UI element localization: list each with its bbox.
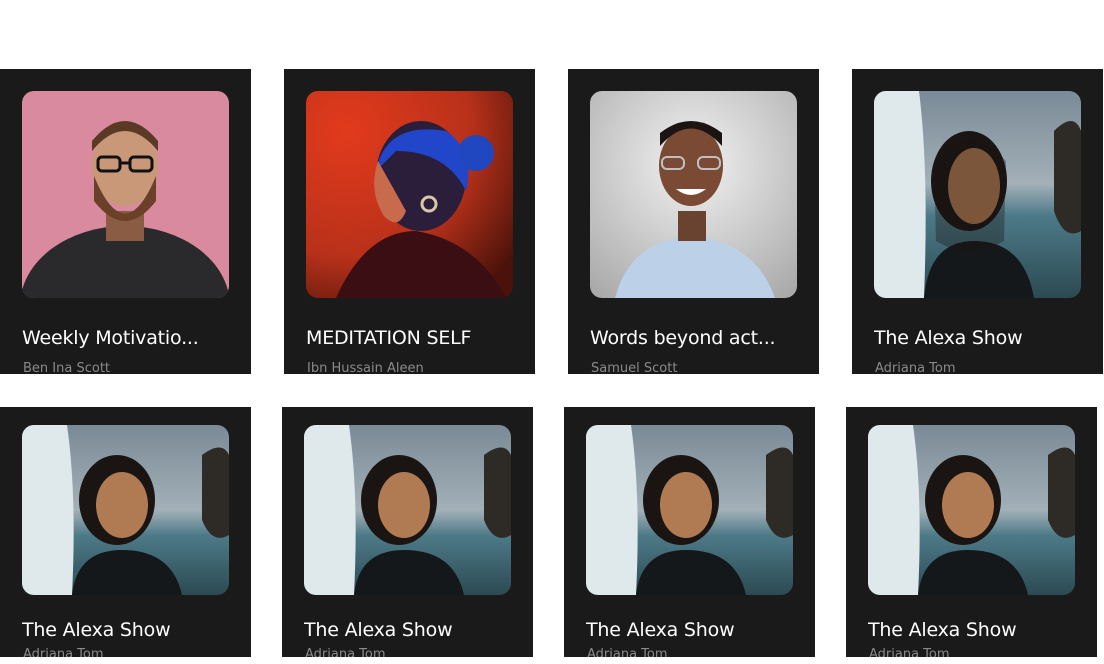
podcast-card[interactable]: The Alexa Show Adriana Tom — [852, 69, 1103, 374]
card-title[interactable]: The Alexa Show — [304, 619, 509, 641]
card-title[interactable]: The Alexa Show — [22, 619, 227, 641]
card-title[interactable]: The Alexa Show — [868, 619, 1073, 641]
podcast-card[interactable]: Weekly Motivatio... Ben Ina Scott — [0, 69, 251, 374]
podcast-grid: Weekly Motivatio... Ben Ina Scott MEDITA… — [0, 0, 1104, 664]
cover-image — [874, 91, 1081, 298]
card-title[interactable]: Words beyond act... — [590, 327, 795, 349]
podcast-card[interactable]: The Alexa Show Adriana Tom — [564, 407, 815, 657]
card-author: Samuel Scott — [591, 361, 678, 374]
cover-image — [22, 425, 229, 595]
podcast-card[interactable]: The Alexa Show Adriana Tom — [282, 407, 533, 657]
cover-image — [22, 91, 229, 298]
cover-image — [586, 425, 793, 595]
card-author: Adriana Tom — [23, 647, 104, 657]
cover-image — [304, 425, 511, 595]
podcast-card[interactable]: Words beyond act... Samuel Scott — [568, 69, 819, 374]
card-title[interactable]: MEDITATION SELF — [306, 327, 511, 349]
cover-image — [590, 91, 797, 298]
podcast-card[interactable]: The Alexa Show Adriana Tom — [0, 407, 251, 657]
card-title[interactable]: The Alexa Show — [874, 327, 1079, 349]
podcast-card[interactable]: The Alexa Show Adriana Tom — [846, 407, 1097, 657]
card-author: Adriana Tom — [875, 361, 956, 374]
card-author: Ben Ina Scott — [23, 361, 111, 374]
card-author: Adriana Tom — [305, 647, 386, 657]
cover-image — [306, 91, 513, 298]
card-title[interactable]: The Alexa Show — [586, 619, 791, 641]
card-author: Ibn Hussain Aleen — [307, 361, 424, 374]
card-author: Adriana Tom — [587, 647, 668, 657]
card-title[interactable]: Weekly Motivatio... — [22, 327, 227, 349]
podcast-card[interactable]: MEDITATION SELF Ibn Hussain Aleen — [284, 69, 535, 374]
cover-image — [868, 425, 1075, 595]
card-author: Adriana Tom — [869, 647, 950, 657]
